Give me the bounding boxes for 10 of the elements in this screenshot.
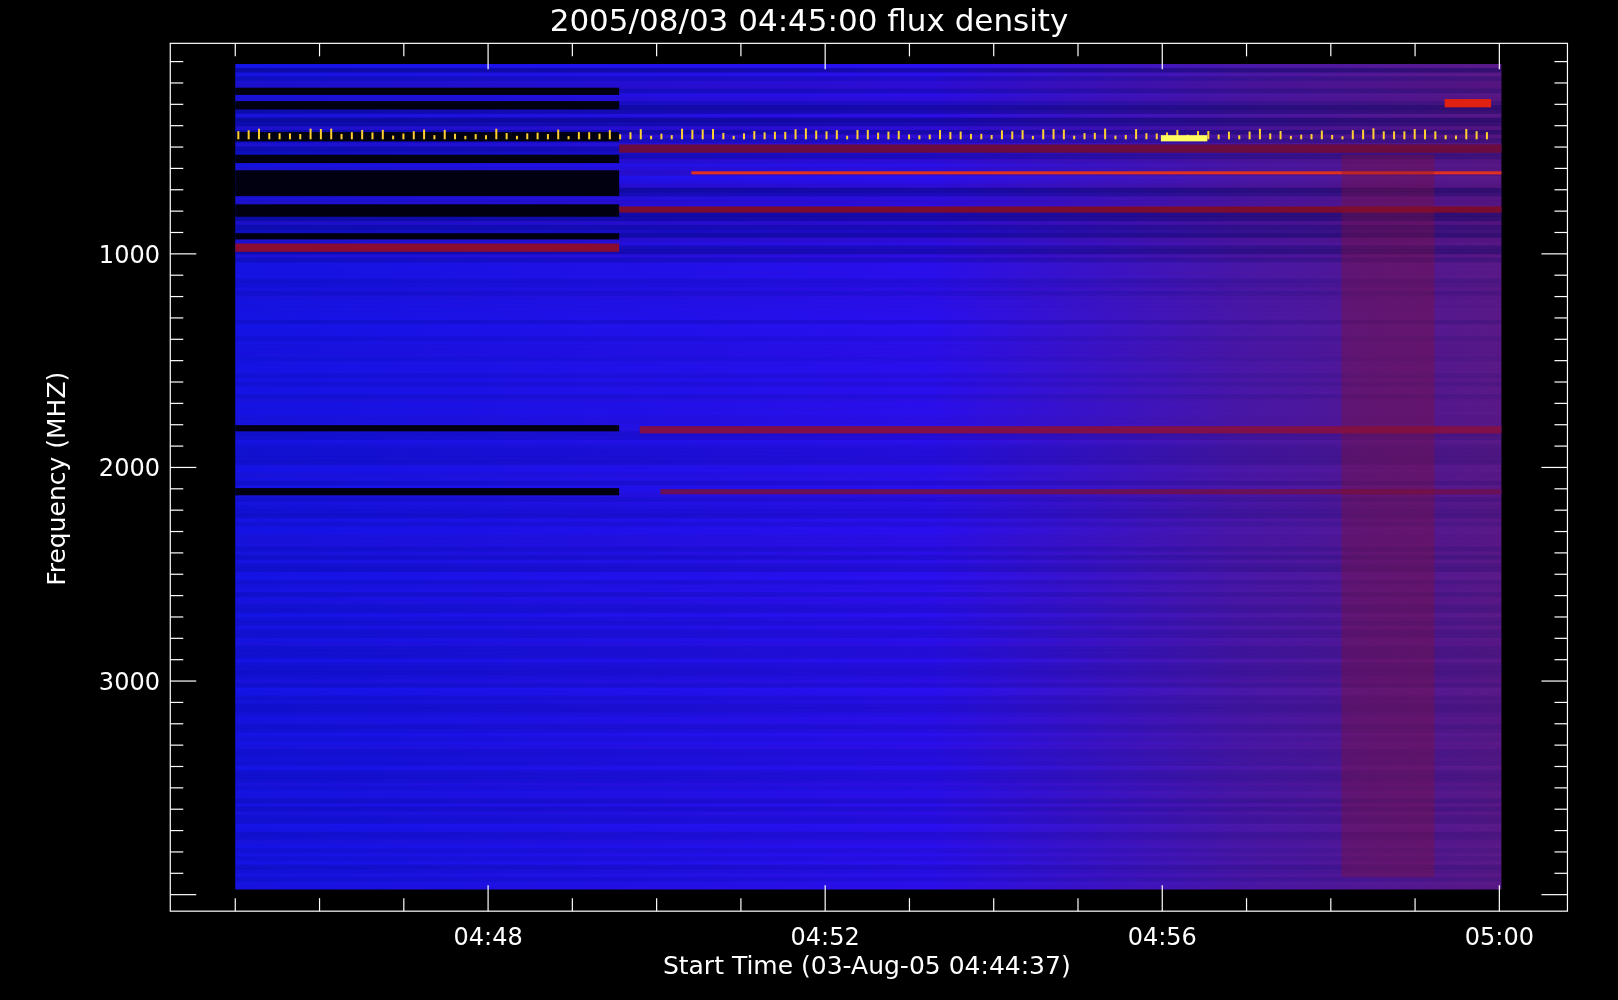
y-axis-label: Frequency (MHZ): [42, 371, 71, 586]
chart-title: 2005/08/03 04:45:00 flux density: [549, 1, 1069, 38]
x-tick-label: 04:48: [453, 923, 523, 952]
x-axis-label: Start Time (03-Aug-05 04:44:37): [662, 951, 1071, 981]
y-tick-label: 1000: [98, 240, 160, 269]
x-tick-label: 05:00: [1464, 923, 1534, 952]
x-tick-label: 04:52: [790, 923, 860, 952]
y-tick-label: 2000: [98, 454, 160, 483]
y-tick-label: 3000: [98, 668, 160, 697]
x-tick-label: 04:56: [1127, 923, 1197, 952]
